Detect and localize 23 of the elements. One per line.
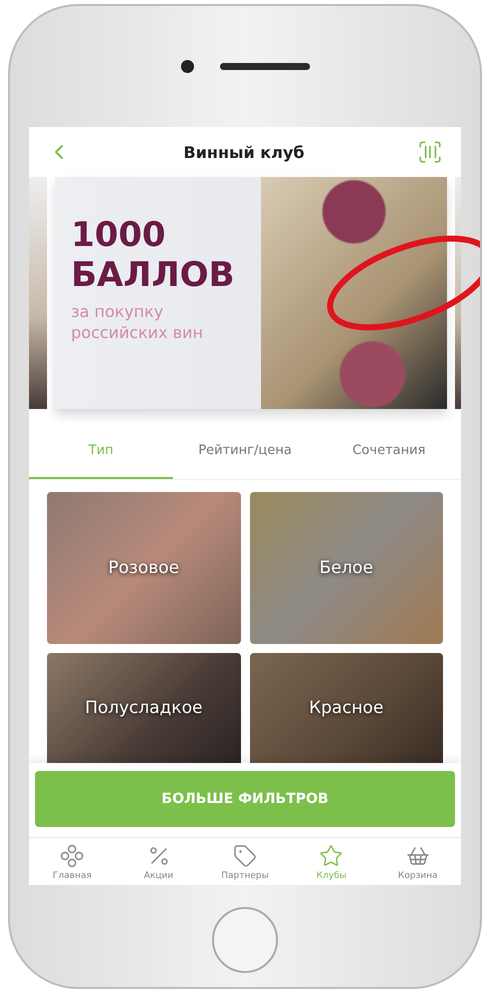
star-icon — [319, 844, 344, 868]
barcode-scan-button[interactable] — [416, 139, 443, 165]
banner-headline: 1000 БАЛЛОВ — [71, 215, 236, 295]
more-filters-button[interactable]: БОЛЬШЕ ФИЛЬТРОВ — [35, 771, 455, 827]
category-tile[interactable]: Розовое — [47, 492, 240, 644]
screen-title: Винный клуб — [184, 142, 304, 162]
promo-banner[interactable]: 1000 БАЛЛОВ за покупку российских вин — [55, 177, 447, 409]
nav-tab[interactable]: Акции — [115, 844, 202, 881]
filter-tab[interactable]: Рейтинг/цена — [173, 423, 317, 479]
clover-icon — [60, 844, 84, 868]
tag-icon — [233, 844, 258, 868]
category-tile[interactable]: Белое — [250, 492, 443, 644]
category-tile[interactable]: Красное — [250, 653, 443, 763]
nav-tab[interactable]: Корзина — [374, 844, 461, 881]
nav-tab[interactable]: Партнеры — [202, 844, 288, 881]
nav-tab[interactable]: Клубы — [288, 844, 375, 881]
banner-subtitle: за покупку российских вин — [71, 301, 204, 343]
category-tile[interactable]: Полусладкое — [47, 653, 240, 763]
camera — [180, 60, 194, 73]
filter-tab[interactable]: Сочетания — [317, 423, 461, 479]
barcode-scan-icon — [416, 139, 443, 165]
nav-tab[interactable]: Главная — [29, 844, 116, 881]
filter-tab[interactable]: Тип — [29, 423, 173, 479]
